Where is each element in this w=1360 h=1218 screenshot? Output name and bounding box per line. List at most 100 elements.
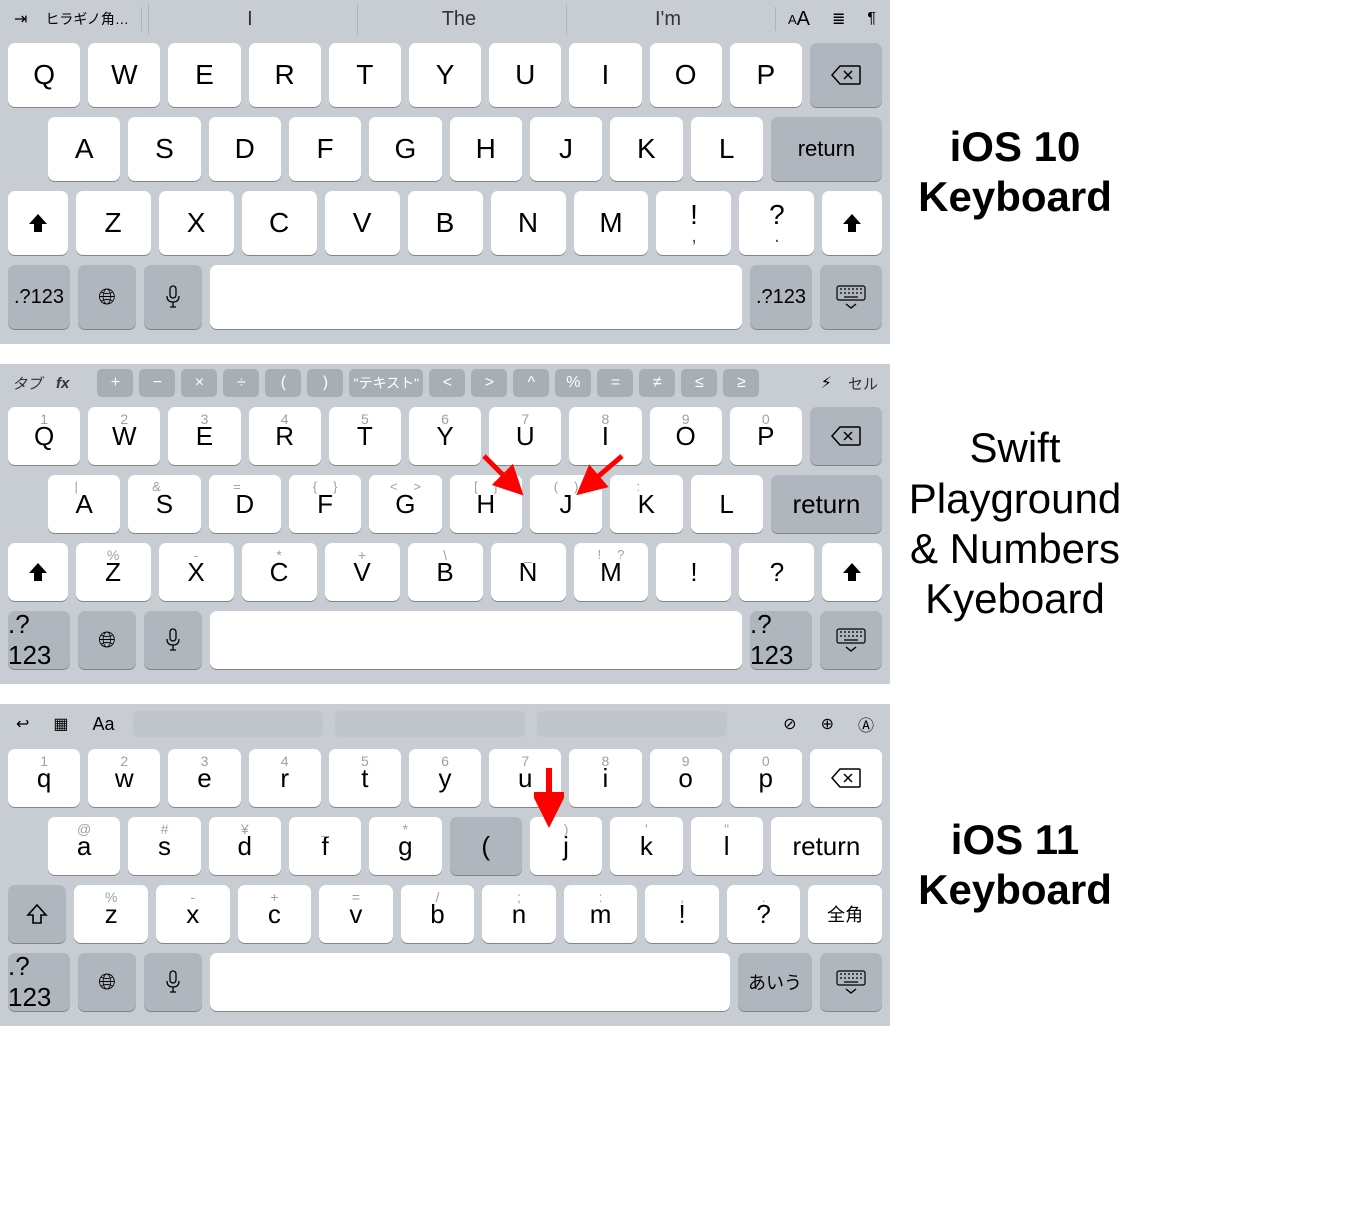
key-f[interactable]: F <box>289 117 361 181</box>
kb3-backspace-key[interactable] <box>810 749 882 807</box>
kb3-key-r[interactable]: 4r <box>249 749 321 807</box>
kb2-key-t[interactable]: 5T <box>329 407 401 465</box>
kb3-globe-key[interactable]: 🌐︎ <box>78 953 136 1011</box>
key-r[interactable]: R <box>249 43 321 107</box>
sym-pct[interactable]: % <box>555 369 591 397</box>
kb3-key-exclaim[interactable]: ,! <box>645 885 719 943</box>
kb3-key-t[interactable]: 5t <box>329 749 401 807</box>
key-p[interactable]: P <box>730 43 802 107</box>
kb2-key-y[interactable]: 6Y <box>409 407 481 465</box>
dismiss-keyboard-key[interactable] <box>820 265 882 329</box>
kb3-key-m[interactable]: :m <box>564 885 638 943</box>
sym-minus[interactable]: − <box>139 369 175 397</box>
numbers-key-right[interactable]: .?123 <box>750 265 812 329</box>
fx-label[interactable]: fx <box>52 375 73 392</box>
sym-eq[interactable]: = <box>597 369 633 397</box>
kb2-key-k[interactable]: :K <box>610 475 682 533</box>
key-m[interactable]: M <box>574 191 649 255</box>
kb2-key-w[interactable]: 2W <box>88 407 160 465</box>
kb2-key-u[interactable]: 7U <box>489 407 561 465</box>
sym-lparen[interactable]: ( <box>265 369 301 397</box>
text-size-icon[interactable]: AA <box>782 8 816 31</box>
kb3-key-q[interactable]: 1q <box>8 749 80 807</box>
kb2-numbers-right[interactable]: .?123 <box>750 611 812 669</box>
kb3-numbers-key[interactable]: .?123 <box>8 953 70 1011</box>
undo-icon[interactable]: ↩︎ <box>10 714 35 734</box>
shift-key-left[interactable] <box>8 191 68 255</box>
key-d[interactable]: D <box>209 117 281 181</box>
kb2-dismiss-key[interactable] <box>820 611 882 669</box>
kb2-key-j[interactable]: ()J <box>530 475 602 533</box>
key-o[interactable]: O <box>650 43 722 107</box>
kb2-key-exclaim[interactable]: ! <box>656 543 731 601</box>
return-key[interactable]: return <box>771 117 882 181</box>
key-punct-2[interactable]: ?. <box>739 191 814 255</box>
kb2-key-question[interactable]: ? <box>739 543 814 601</box>
font-hint[interactable]: ヒラギノ角… <box>39 9 134 29</box>
kb2-key-q[interactable]: 1Q <box>8 407 80 465</box>
kb2-key-s[interactable]: &S <box>128 475 200 533</box>
kb3-key-e[interactable]: 3e <box>168 749 240 807</box>
kb2-key-r[interactable]: 4R <box>249 407 321 465</box>
kb2-backspace-key[interactable] <box>810 407 882 465</box>
kb2-key-p[interactable]: 0P <box>730 407 802 465</box>
kb2-key-n[interactable]: _N <box>491 543 566 601</box>
pilcrow-icon[interactable]: ¶ <box>861 10 882 28</box>
kb2-numbers-left[interactable]: .?123 <box>8 611 70 669</box>
suggestion-pill-3[interactable] <box>537 711 727 737</box>
kb3-key-i[interactable]: 8i <box>569 749 641 807</box>
kb2-globe-key[interactable]: 🌐︎ <box>78 611 136 669</box>
suggestion-pill-2[interactable] <box>335 711 525 737</box>
tab-label[interactable]: タブ <box>8 373 46 394</box>
kb2-key-d[interactable]: =D <box>209 475 281 533</box>
key-s[interactable]: S <box>128 117 200 181</box>
kb3-key-y[interactable]: 6y <box>409 749 481 807</box>
kb3-key-f[interactable]: _f <box>289 817 361 875</box>
kb3-key-n[interactable]: ;n <box>482 885 556 943</box>
check-circle-icon[interactable]: ⊘ <box>777 714 802 734</box>
kb3-key-o[interactable]: 9o <box>650 749 722 807</box>
key-u[interactable]: U <box>489 43 561 107</box>
key-punct-1[interactable]: !, <box>656 191 731 255</box>
sym-gt[interactable]: > <box>471 369 507 397</box>
kb2-spacebar[interactable] <box>210 611 742 669</box>
kb3-key-k[interactable]: 'k <box>610 817 682 875</box>
key-t[interactable]: T <box>329 43 401 107</box>
kb2-key-v[interactable]: +V <box>325 543 400 601</box>
kb2-key-a[interactable]: |A <box>48 475 120 533</box>
globe-key[interactable]: 🌐︎ <box>78 265 136 329</box>
sym-text[interactable]: "テキスト" <box>349 369 423 397</box>
sym-div[interactable]: ÷ <box>223 369 259 397</box>
kb3-key-u[interactable]: 7u <box>489 749 561 807</box>
kb3-key-l[interactable]: "l <box>691 817 763 875</box>
kb2-shift-right[interactable] <box>822 543 882 601</box>
key-a[interactable]: A <box>48 117 120 181</box>
kb3-kana-key[interactable]: あいう <box>738 953 812 1011</box>
sym-mult[interactable]: × <box>181 369 217 397</box>
kb3-key-c[interactable]: +c <box>238 885 312 943</box>
kb3-key-b[interactable]: /b <box>401 885 475 943</box>
kb2-key-g[interactable]: <>G <box>369 475 441 533</box>
suggestion-pill-1[interactable] <box>133 711 323 737</box>
spacebar[interactable] <box>210 265 742 329</box>
kb2-key-h[interactable]: []H <box>450 475 522 533</box>
dictation-key[interactable] <box>144 265 202 329</box>
key-g[interactable]: G <box>369 117 441 181</box>
kb3-key-s[interactable]: #s <box>128 817 200 875</box>
kb2-key-i[interactable]: 8I <box>569 407 641 465</box>
sym-caret[interactable]: ^ <box>513 369 549 397</box>
kb3-shift-key[interactable] <box>8 885 66 943</box>
sym-rparen[interactable]: ) <box>307 369 343 397</box>
numbers-key-left[interactable]: .?123 <box>8 265 70 329</box>
key-j[interactable]: J <box>530 117 602 181</box>
suggestion-3[interactable]: I'm <box>566 4 769 35</box>
kb3-key-paren-pressed[interactable]: ( <box>450 817 522 875</box>
shift-key-right[interactable] <box>822 191 882 255</box>
sym-ge[interactable]: ≥ <box>723 369 759 397</box>
kb2-key-b[interactable]: \B <box>408 543 483 601</box>
kb3-return-key[interactable]: return <box>771 817 882 875</box>
kb3-key-g[interactable]: *g <box>369 817 441 875</box>
text-format-icon[interactable]: Aa <box>87 714 121 735</box>
key-x[interactable]: X <box>159 191 234 255</box>
kb2-key-x[interactable]: -X <box>159 543 234 601</box>
